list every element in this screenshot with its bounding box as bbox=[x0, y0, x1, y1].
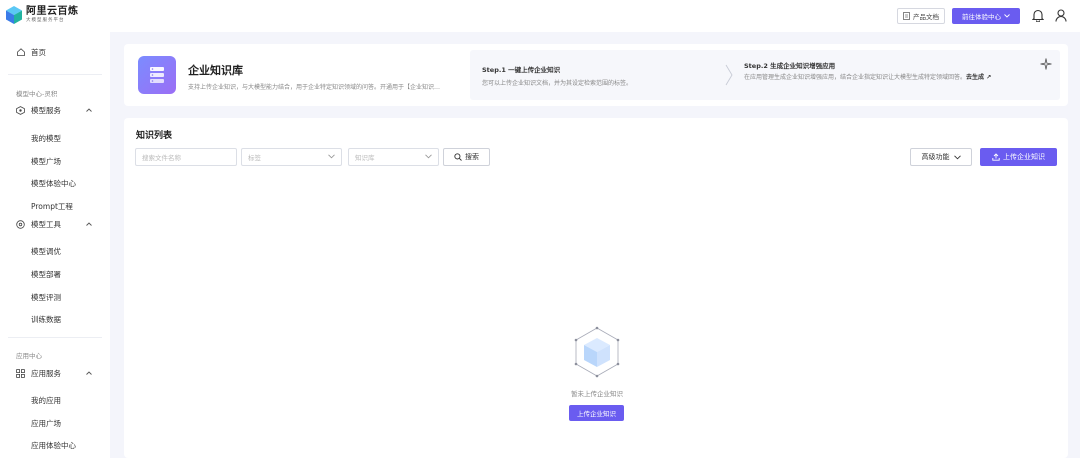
cube-logo-icon bbox=[6, 6, 22, 24]
product-docs-label: 产品文档 bbox=[913, 13, 939, 21]
document-icon bbox=[903, 12, 910, 20]
empty-state-text: 暂未上传企业知识 bbox=[571, 390, 623, 398]
tag-select[interactable]: 标签 bbox=[241, 148, 342, 166]
search-button[interactable]: 搜索 bbox=[443, 148, 490, 166]
app-grid-icon bbox=[16, 368, 25, 378]
chevron-up-icon bbox=[86, 222, 92, 226]
sidebar-item-model-deploy[interactable]: 模型部署 bbox=[31, 269, 61, 280]
chevron-up-icon bbox=[86, 108, 92, 112]
page-description: 支持上传企业知识，与大模型能力结合，用于企业特定知识领域的问答。开通用于【企业知… bbox=[188, 84, 441, 91]
step2-description-text: 在应用管理生成企业知识增强应用，结合企业指定知识让大模型生成特定领域回答。 bbox=[744, 74, 967, 81]
knowledge-base-icon bbox=[138, 56, 176, 94]
chevron-right-icon bbox=[725, 64, 733, 86]
file-name-search-input[interactable]: 搜索文件名称 bbox=[135, 148, 237, 166]
knowledge-base-select-placeholder: 知识库 bbox=[355, 154, 375, 162]
brand-title: 阿里云百炼 bbox=[26, 5, 79, 17]
tag-select-placeholder: 标签 bbox=[248, 154, 261, 162]
sidebar-item-model-plaza[interactable]: 模型广场 bbox=[31, 156, 61, 167]
brand-subtitle: 大模型服务平台 bbox=[26, 17, 65, 23]
sidebar-section-model: 模型中心-灵积 bbox=[16, 90, 58, 98]
model-tools-icon bbox=[16, 219, 25, 229]
step1-description: 您可以上传企业知识文档，并为其设定检索范围的标签。 bbox=[482, 80, 633, 87]
step1-title: Step.1 一键上传企业知识 bbox=[482, 66, 561, 74]
search-button-label: 搜索 bbox=[465, 153, 479, 161]
sidebar-item-model-experience[interactable]: 模型体验中心 bbox=[31, 178, 76, 189]
step2-title: Step.2 生成企业知识增强应用 bbox=[744, 62, 836, 70]
step2-description: 在应用管理生成企业知识增强应用，结合企业指定知识让大模型生成特定领域回答。去生成… bbox=[744, 73, 994, 83]
knowledge-base-select[interactable]: 知识库 bbox=[348, 148, 439, 166]
search-icon bbox=[454, 153, 462, 161]
section-title: 知识列表 bbox=[136, 131, 173, 141]
steps-guide: Step.1 一键上传企业知识 您可以上传企业知识文档，并为其设定检索范围的标签… bbox=[470, 50, 1060, 100]
upload-knowledge-label: 上传企业知识 bbox=[1003, 153, 1045, 161]
sidebar-divider bbox=[8, 337, 102, 338]
sidebar-divider bbox=[8, 74, 102, 75]
sidebar-item-training-data[interactable]: 训练数据 bbox=[31, 314, 61, 325]
advanced-features-button[interactable]: 高级功能 bbox=[910, 148, 972, 166]
sidebar-item-model-eval[interactable]: 模型评测 bbox=[31, 292, 61, 303]
home-icon bbox=[16, 48, 25, 57]
product-docs-button[interactable]: 产品文档 bbox=[897, 8, 945, 24]
model-service-icon bbox=[16, 105, 25, 115]
sparkle-icon bbox=[1040, 58, 1052, 70]
top-bar: 阿里云百炼 大模型服务平台 产品文档 前往体验中心 bbox=[0, 0, 1080, 32]
knowledge-base-banner: 企业知识库 支持上传企业知识，与大模型能力结合，用于企业特定知识领域的问答。开通… bbox=[124, 44, 1068, 106]
sidebar-item-my-models[interactable]: 我的模型 bbox=[31, 133, 61, 144]
sidebar-group-label: 模型工具 bbox=[31, 219, 61, 229]
sidebar-item-model-tuning[interactable]: 模型调优 bbox=[31, 246, 61, 257]
sidebar-group-label: 应用服务 bbox=[31, 368, 61, 378]
advanced-features-label: 高级功能 bbox=[921, 153, 950, 161]
bell-icon[interactable] bbox=[1031, 8, 1045, 22]
sidebar-section-app: 应用中心 bbox=[16, 352, 42, 360]
chevron-up-icon bbox=[86, 371, 92, 375]
chevron-down-icon bbox=[425, 154, 432, 159]
empty-state-cube-icon bbox=[574, 326, 620, 378]
sidebar-item-label: 首页 bbox=[31, 47, 46, 57]
page-title: 企业知识库 bbox=[188, 64, 243, 77]
chevron-down-icon bbox=[953, 154, 961, 159]
sidebar-item-my-apps[interactable]: 我的应用 bbox=[31, 395, 61, 406]
go-generate-link[interactable]: 去生成 ↗ bbox=[966, 74, 991, 81]
chevron-down-icon bbox=[1004, 14, 1010, 18]
user-icon[interactable] bbox=[1054, 8, 1068, 22]
sidebar-item-prompt-engineering[interactable]: Prompt工程 bbox=[31, 201, 73, 212]
sidebar-item-app-experience[interactable]: 应用体验中心 bbox=[31, 440, 76, 451]
chevron-down-icon bbox=[328, 154, 335, 159]
empty-upload-button[interactable]: 上传企业知识 bbox=[569, 405, 624, 421]
upload-icon bbox=[992, 153, 1000, 161]
sidebar-group-label: 模型服务 bbox=[31, 105, 61, 115]
experience-center-label: 前往体验中心 bbox=[962, 13, 1001, 21]
experience-center-button[interactable]: 前往体验中心 bbox=[952, 8, 1020, 24]
sidebar-item-app-plaza[interactable]: 应用广场 bbox=[31, 418, 61, 429]
brand-logo[interactable]: 阿里云百炼 大模型服务平台 bbox=[6, 6, 79, 24]
knowledge-list-panel: 知识列表 搜索文件名称 标签 知识库 搜索 高级功能 上传企业知识 暂未上传企业… bbox=[124, 118, 1068, 458]
upload-knowledge-button[interactable]: 上传企业知识 bbox=[980, 148, 1057, 166]
sidebar: 首页 模型中心-灵积 模型服务 我的模型 模型广场 模型体验中心 Prompt工… bbox=[0, 32, 110, 458]
